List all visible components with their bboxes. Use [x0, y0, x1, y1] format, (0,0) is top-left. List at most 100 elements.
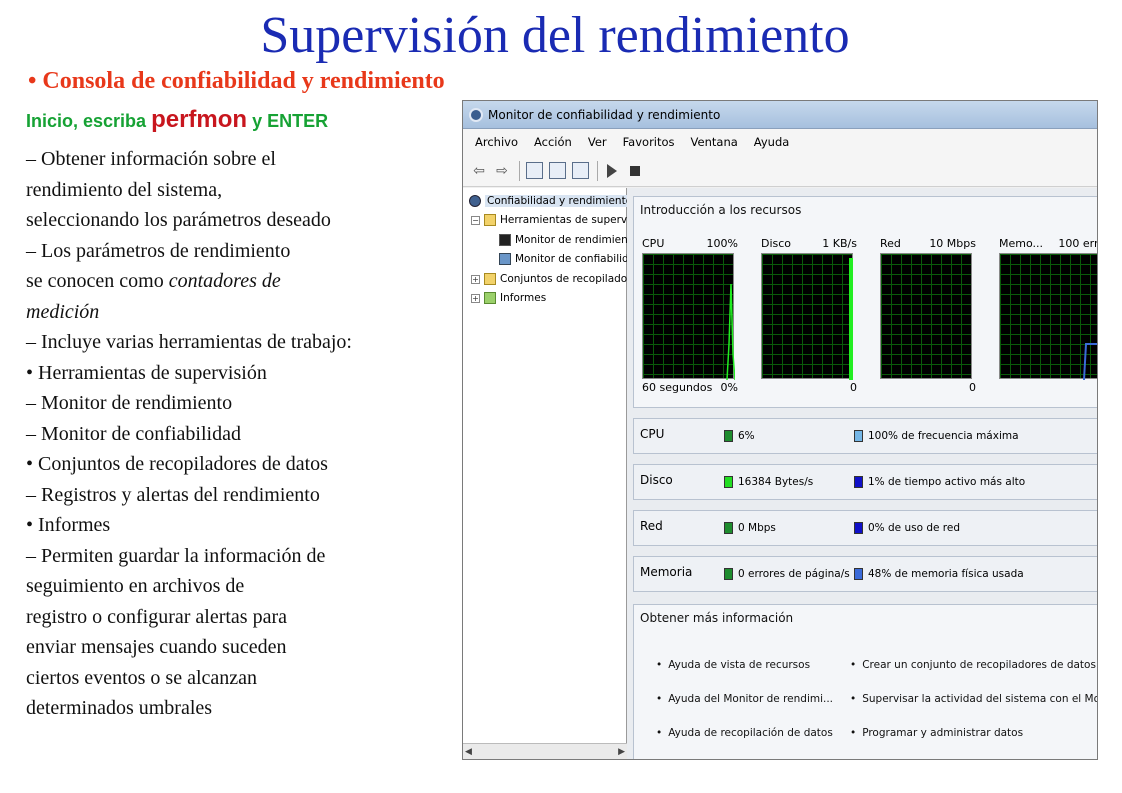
- resource-name: Memoria: [640, 565, 693, 579]
- body-line: – Monitor de rendimiento: [26, 392, 233, 414]
- tree-item-root[interactable]: Confiabilidad y rendimiento: [469, 195, 635, 207]
- folder-icon: [484, 273, 496, 285]
- back-arrow-icon[interactable]: ⇦: [469, 161, 489, 181]
- bullet-icon: •: [850, 727, 857, 739]
- action-pane-button[interactable]: [570, 161, 590, 181]
- help-link[interactable]: • Ayuda de recopilación de datos: [656, 727, 833, 739]
- resource-stat: 48% de memoria física usada: [854, 568, 1024, 580]
- body-line: • Informes: [26, 514, 111, 536]
- forward-arrow-icon[interactable]: ⇨: [492, 161, 512, 181]
- memory-graph-plot: [999, 253, 1097, 381]
- bullet-icon: •: [656, 659, 663, 671]
- link-text: Ayuda de recopilación de datos: [668, 727, 833, 739]
- start-button[interactable]: [602, 161, 622, 181]
- link-text: Programar y administrar datos: [862, 727, 1024, 739]
- body-line: seleccionando los parámetros deseado: [26, 209, 331, 231]
- green-swatch-icon: [724, 476, 733, 488]
- graph-name: CPU: [642, 237, 665, 250]
- green-swatch-icon: [724, 568, 733, 580]
- action-pane-icon: [571, 162, 589, 179]
- menu-ver[interactable]: Ver: [580, 135, 615, 149]
- expand-icon[interactable]: +: [471, 293, 480, 303]
- expand-icon[interactable]: +: [471, 274, 480, 284]
- reports-folder-icon: [484, 292, 496, 304]
- menu-ayuda[interactable]: Ayuda: [746, 135, 798, 149]
- tree-item-reports[interactable]: + Informes: [471, 292, 546, 304]
- tree-item-perf-monitor[interactable]: Monitor de rendimiento: [499, 234, 638, 246]
- body-line: – Obtener información sobre el: [26, 148, 276, 170]
- tree-item-rel-monitor[interactable]: Monitor de confiabilidad: [499, 253, 642, 265]
- resource-stat: 16384 Bytes/s: [724, 476, 813, 488]
- help-link[interactable]: • Ayuda del Monitor de rendimi...: [656, 693, 833, 705]
- bullet-icon: •: [656, 727, 663, 739]
- body-line: ciertos eventos o se alcanzan: [26, 666, 258, 689]
- disk-trace: [849, 258, 853, 380]
- folder-icon: [484, 214, 496, 226]
- tree-label-rel-monitor: Monitor de confiabilidad: [515, 253, 642, 265]
- cpu-graph-plot: [642, 253, 736, 381]
- toolbar-separator: [597, 160, 598, 181]
- tree-label-root: Confiabilidad y rendimiento: [485, 195, 635, 207]
- green-swatch-icon: [724, 522, 733, 534]
- console-tree: Confiabilidad y rendimiento − Herramient…: [463, 188, 660, 759]
- memory-resource-row[interactable]: Memoria 0 errores de página/s 48% de mem…: [633, 556, 1097, 592]
- help-link[interactable]: • Crear un conjunto de recopiladores de d…: [850, 659, 1097, 671]
- cpu-resource-row[interactable]: CPU 6% 100% de frecuencia máxima: [633, 418, 1097, 454]
- properties-button[interactable]: [547, 161, 567, 181]
- help-link[interactable]: • Supervisar la actividad del sistema con…: [850, 693, 1097, 705]
- reliability-icon: [499, 253, 511, 265]
- network-graph-plot: [880, 253, 972, 379]
- window-titlebar[interactable]: Monitor de confiabilidad y rendimiento: [463, 101, 1097, 129]
- collapse-icon[interactable]: −: [471, 215, 480, 225]
- scroll-left-icon[interactable]: ◀: [465, 747, 472, 757]
- body-line: – Los parámetros de rendimiento: [26, 239, 291, 262]
- menu-ventana[interactable]: Ventana: [683, 135, 746, 149]
- play-icon: [607, 163, 617, 178]
- body-line: – Permiten guardar la información de: [26, 544, 326, 567]
- show-hide-tree-button[interactable]: [524, 161, 544, 181]
- properties-icon: [548, 162, 566, 179]
- link-text: Supervisar la actividad del sistema con …: [862, 693, 1097, 705]
- menu-favoritos[interactable]: Favoritos: [615, 135, 683, 149]
- instruction-line: Inicio, escriba perfmon y ENTER: [26, 106, 328, 134]
- body-line: – Incluye varias herramientas de trabajo…: [26, 331, 352, 353]
- graph-min: 0: [969, 381, 976, 394]
- resource-stat: 0 errores de página/s: [724, 568, 850, 580]
- bullet-icon: •: [656, 693, 663, 705]
- chart-icon: [499, 234, 511, 246]
- disk-graph: Disco 1 KB/s 0: [761, 237, 857, 394]
- link-text: Ayuda de vista de recursos: [668, 659, 811, 671]
- body-line: determinados umbrales: [26, 697, 213, 719]
- blue-swatch-icon: [854, 430, 863, 442]
- stat-value: 0 Mbps: [738, 522, 776, 534]
- main-pane: Introducción a los recursos CPU 100% 60 s…: [627, 188, 1097, 759]
- graph-name: Disco: [761, 237, 792, 250]
- blue-swatch-icon: [854, 522, 863, 534]
- graph-max: 1 KB/s: [822, 237, 857, 250]
- help-link[interactable]: • Ayuda de vista de recursos: [656, 659, 810, 671]
- graph-name: Red: [880, 237, 901, 250]
- scroll-right-icon[interactable]: ▶: [618, 747, 625, 757]
- menu-archivo[interactable]: Archivo: [467, 135, 526, 149]
- perfmon-window: Monitor de confiabilidad y rendimiento A…: [462, 100, 1098, 760]
- help-link[interactable]: • Programar y administrar datos: [850, 727, 1023, 739]
- slide-subtitle: • Consola de confiabilidad y rendimiento: [28, 68, 445, 94]
- network-resource-row[interactable]: Red 0 Mbps 0% de uso de red: [633, 510, 1097, 546]
- body-line: • Herramientas de supervisión: [26, 361, 267, 384]
- graph-max: 10 Mbps: [929, 237, 976, 250]
- disk-resource-row[interactable]: Disco 16384 Bytes/s 1% de tiempo activo …: [633, 464, 1097, 500]
- menu-accion[interactable]: Acción: [526, 135, 580, 149]
- overview-heading[interactable]: Introducción a los recursos: [634, 197, 1097, 223]
- body-text: – Obtener información sobre el rendimien…: [26, 144, 456, 724]
- stop-button[interactable]: [625, 161, 645, 181]
- resource-name: Disco: [640, 473, 673, 487]
- body-line: rendimiento del sistema,: [26, 178, 223, 201]
- tree-horizontal-scrollbar[interactable]: ◀ ▶: [463, 743, 627, 759]
- instruction-suffix: y ENTER: [247, 111, 329, 131]
- resource-stat: 1% de tiempo activo más alto: [854, 476, 1025, 488]
- body-line: registro o configurar alertas para: [26, 605, 287, 628]
- tree-item-tools[interactable]: − Herramientas de supervisión: [471, 214, 652, 226]
- tree-label-perf-monitor: Monitor de rendimiento: [515, 234, 639, 246]
- more-info-heading[interactable]: Obtener más información: [634, 605, 1097, 631]
- toolbar-separator: [519, 160, 520, 181]
